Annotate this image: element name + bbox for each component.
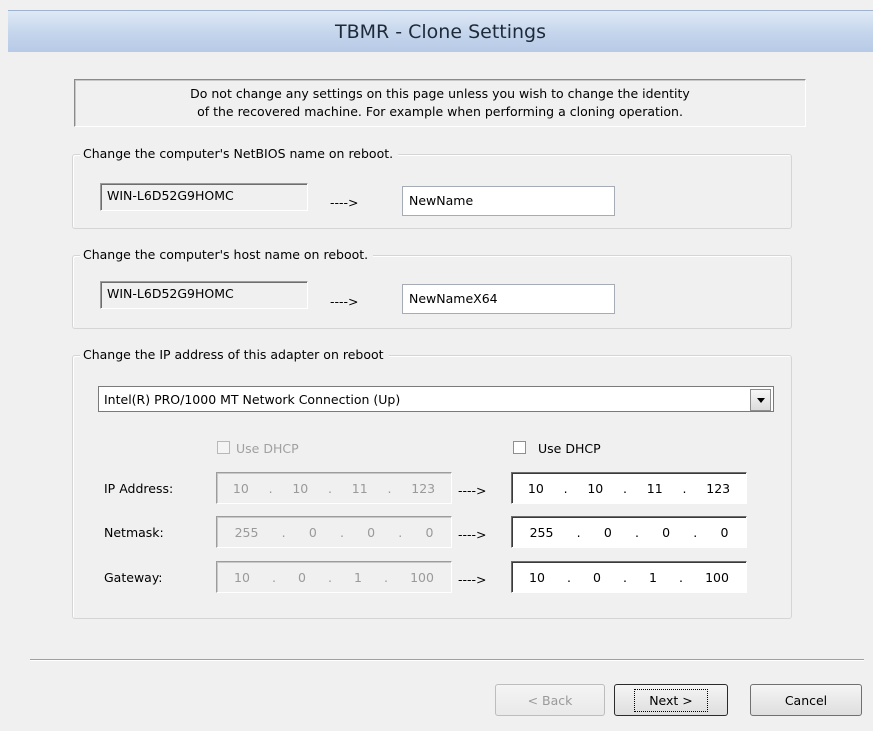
hostname-new-name-input[interactable]: NewNameX64 [402,284,615,314]
current-gateway-field: 10. 0. 1. 100 [216,561,452,593]
ip-octet: 10 [234,569,250,585]
ip-group-legend: Change the IP address of this adapter on… [80,347,389,362]
info-line-1: Do not change any settings on this page … [190,86,690,101]
new-use-dhcp-label[interactable]: Use DHCP [538,441,601,456]
ip-octet[interactable]: 0 [593,570,601,585]
next-button[interactable]: Next > [614,684,728,716]
new-netmask-input[interactable]: 255. 0. 0. 0 [511,516,747,548]
ip-octet[interactable]: 0 [720,525,728,540]
netbios-group-legend: Change the computer's NetBIOS name on re… [80,146,399,161]
ip-octet[interactable]: 123 [706,481,730,496]
info-notice: Do not change any settings on this page … [74,79,806,127]
cancel-button[interactable]: Cancel [750,684,862,716]
ip-octet: 10 [232,480,249,496]
ip-octet: 123 [411,480,436,496]
adapter-dropdown-value: Intel(R) PRO/1000 MT Network Connection … [104,392,401,407]
new-gateway-input[interactable]: 10. 0. 1. 100 [511,561,747,593]
ip-octet[interactable]: 100 [705,570,729,585]
new-use-dhcp-checkbox[interactable] [513,441,526,454]
netbios-current-name: WIN-L6D52G9HOMC [100,183,308,211]
ip-octet[interactable]: 255 [530,525,554,540]
next-button-label: Next > [634,688,708,712]
ip-octet[interactable]: 10 [529,570,545,585]
button-separator [30,659,864,661]
hostname-current-name: WIN-L6D52G9HOMC [100,281,308,309]
info-line-2: of the recovered machine. For example wh… [197,104,683,119]
gateway-label: Gateway: [104,570,163,585]
window-title: TBMR - Clone Settings [8,10,873,52]
current-netmask-field: 255. 0. 0. 0 [216,516,452,548]
chevron-down-icon [756,397,765,403]
ip-octet[interactable]: 0 [604,525,612,540]
back-button[interactable]: < Back [495,684,605,716]
ip-octet: 10 [292,480,309,496]
ip-octet: 0 [425,524,434,540]
netbios-arrow: ----> [330,195,359,210]
netbios-new-name-input[interactable]: NewName [402,186,615,216]
current-use-dhcp-checkbox [217,441,230,454]
ip-octet[interactable]: 11 [647,481,663,496]
ip-octet[interactable]: 1 [649,570,657,585]
ip-octet[interactable]: 10 [587,481,603,496]
hostname-group-legend: Change the computer's host name on reboo… [80,247,374,262]
current-ip-address-field: 10. 10. 11. 123 [216,472,452,504]
ip-octet: 255 [234,524,259,540]
ip-octet[interactable]: 0 [662,525,670,540]
dropdown-arrow-button[interactable] [750,389,771,411]
wizard-window: TBMR - Clone Settings Do not change any … [0,0,873,731]
ip-octet: 100 [410,569,434,585]
ip-address-label: IP Address: [104,481,174,496]
new-ip-address-input[interactable]: 10. 10. 11. 123 [511,472,747,504]
hostname-arrow: ----> [330,294,359,309]
ip-octet[interactable]: 10 [528,481,544,496]
current-use-dhcp-label: Use DHCP [236,441,299,456]
netmask-arrow: ----> [458,527,487,542]
gateway-arrow: ----> [458,572,487,587]
ip-octet: 0 [367,524,376,540]
adapter-dropdown[interactable]: Intel(R) PRO/1000 MT Network Connection … [98,386,774,412]
ip-octet: 0 [308,524,317,540]
ip-address-arrow: ----> [458,483,487,498]
ip-octet: 1 [354,569,362,585]
ip-octet: 0 [298,569,306,585]
ip-octet: 11 [351,480,368,496]
netmask-label: Netmask: [104,525,164,540]
